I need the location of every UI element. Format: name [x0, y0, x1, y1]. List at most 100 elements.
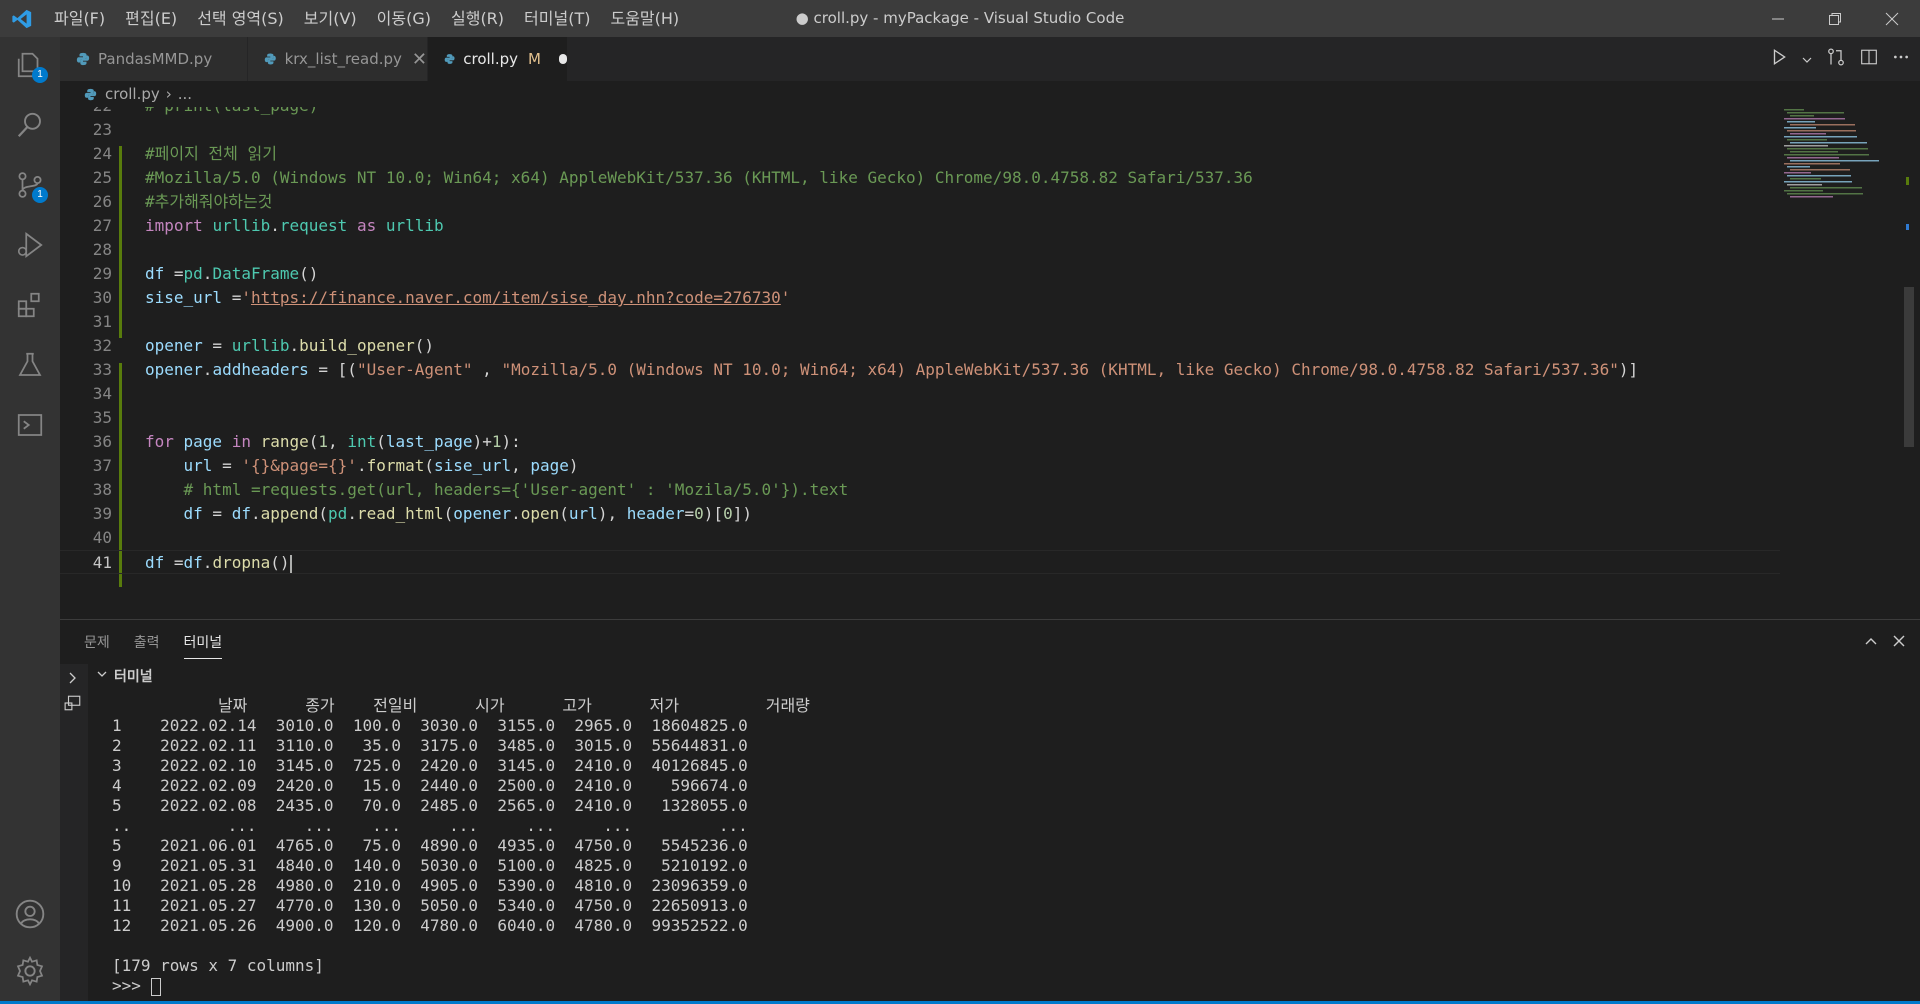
code-token: 1	[318, 432, 329, 451]
chevron-right-icon[interactable]	[66, 670, 80, 689]
account-icon[interactable]	[0, 886, 60, 942]
code-line[interactable]: 33 opener.addheaders = [("User-Agent" , "…	[60, 358, 1780, 382]
code-token: (	[443, 504, 454, 523]
code-token: '{}&page={}'	[241, 456, 357, 475]
panel-tabs: 문제 출력 터미널	[84, 620, 223, 664]
minimap-line	[1790, 187, 1862, 189]
code-token: urllib	[385, 216, 444, 235]
code-token: =	[164, 553, 184, 572]
code-line[interactable]: 39 df = df.append(pd.read_html(opener.op…	[60, 502, 1780, 526]
more-actions-icon[interactable]	[1892, 48, 1910, 70]
minimap[interactable]	[1782, 107, 1902, 207]
code-line[interactable]: 27 import urllib.request as urllib	[60, 214, 1780, 238]
explorer-icon[interactable]: 1	[0, 37, 60, 93]
code-line[interactable]: 28	[60, 238, 1780, 262]
editor-scrollbar[interactable]	[1902, 107, 1916, 619]
minimap-line	[1790, 178, 1821, 180]
code-token: #페이지 전체 읽기	[145, 144, 277, 163]
code-token: =	[212, 456, 242, 475]
line-number: 34	[92, 384, 112, 403]
menu-item[interactable]: 이동(G)	[367, 0, 441, 37]
code-line[interactable]: 26 #추가해줘야하는것	[60, 190, 1780, 214]
code-token: ):	[501, 432, 521, 451]
minimap-line	[1790, 124, 1855, 126]
line-number: 23	[92, 120, 112, 139]
menu-item[interactable]: 터미널(T)	[514, 0, 600, 37]
line-number: 33	[92, 360, 112, 379]
split-editor-icon[interactable]	[1860, 48, 1878, 70]
terminal-output[interactable]: 날짜 종가 전일비 시가 고가 저가 거래량 1 2022.02.14 3010.…	[112, 696, 810, 996]
breadcrumb-symbols[interactable]: ...	[178, 85, 192, 103]
tab-output[interactable]: 출력	[134, 632, 160, 652]
minimap-line	[1790, 142, 1867, 144]
close-window-button[interactable]	[1863, 0, 1920, 37]
code-token: 0	[694, 504, 704, 523]
vscode-logo-icon[interactable]	[0, 0, 44, 37]
code-line[interactable]: 41 df =df.dropna()	[60, 550, 1780, 574]
terminal-instance-icon[interactable]	[64, 694, 82, 716]
restore-button[interactable]	[1806, 0, 1863, 37]
code-line[interactable]: 35	[60, 406, 1780, 430]
code-line[interactable]: 24 #페이지 전체 읽기	[60, 142, 1780, 166]
breadcrumb-file[interactable]: croll.py	[105, 85, 160, 103]
code-token: = [(	[308, 360, 357, 379]
menu-item[interactable]: 도움말(H)	[600, 0, 689, 37]
code-line[interactable]: 40	[60, 526, 1780, 550]
code-line[interactable]: 32 opener = urllib.build_opener()	[60, 334, 1780, 358]
code-token: append	[260, 504, 319, 523]
menu-item[interactable]: 실행(R)	[441, 0, 514, 37]
code-token: range	[260, 432, 309, 451]
terminal-prompt-line[interactable]: >>>	[112, 976, 810, 996]
terminal-sidebar	[60, 664, 88, 1004]
code-line[interactable]: 31	[60, 310, 1780, 334]
settings-gear-icon[interactable]	[0, 943, 60, 999]
open-changes-icon[interactable]	[1826, 47, 1846, 71]
code-line[interactable]: 29 df =pd.DataFrame()	[60, 262, 1780, 286]
remote-terminal-icon[interactable]	[0, 397, 60, 453]
python-file-icon	[264, 53, 276, 65]
code-token: )]	[1618, 360, 1639, 379]
code-line[interactable]: 36 for page in range(1, int(last_page)+1)…	[60, 430, 1780, 454]
terminal-line: 5 2022.02.08 2435.0 70.0 2485.0 2565.0 2…	[112, 796, 748, 815]
modified-indicator: M	[528, 50, 541, 68]
search-icon[interactable]	[0, 97, 60, 153]
terminal-section-header[interactable]: 터미널	[88, 664, 1920, 688]
code-line[interactable]: 22 # print(last_page)	[60, 107, 1780, 118]
tab-pandasmmd[interactable]: PandasMMD.py	[60, 37, 248, 81]
menu-item[interactable]: 보기(V)	[294, 0, 367, 37]
close-tab-icon[interactable]: ✕	[412, 49, 427, 70]
tab-problems[interactable]: 문제	[84, 632, 110, 652]
menu-item[interactable]: 파일(F)	[44, 0, 115, 37]
code-token: in	[222, 432, 261, 451]
testing-flask-icon[interactable]	[0, 337, 60, 393]
code-line[interactable]: 23	[60, 118, 1780, 142]
code-token: ])	[732, 504, 752, 523]
unsaved-dot-icon[interactable]	[558, 54, 567, 64]
code-line[interactable]: 25 #Mozilla/5.0 (Windows NT 10.0; Win64; …	[60, 166, 1780, 190]
source-control-icon[interactable]: 1	[0, 157, 60, 213]
close-panel-icon[interactable]	[1892, 633, 1906, 652]
tab-krx-list-read[interactable]: krx_list_read.py ✕	[248, 37, 428, 81]
code-token: as	[347, 216, 386, 235]
code-line[interactable]: 30 sise_url ='https://finance.naver.com/i…	[60, 286, 1780, 310]
code-token: .	[356, 456, 367, 475]
code-token: import	[145, 216, 213, 235]
code-editor[interactable]: 22 # print(last_page) 23 24 #페이지 전체 읽기 25 #Moz…	[60, 107, 1920, 619]
menu-item[interactable]: 편집(E)	[115, 0, 187, 37]
maximize-panel-icon[interactable]	[1864, 633, 1878, 652]
minimap-line	[1787, 130, 1856, 132]
code-line[interactable]: 37 url = '{}&page={}'.format(sise_url, p…	[60, 454, 1780, 478]
tab-label: croll.py	[463, 50, 519, 68]
run-debug-icon[interactable]	[0, 217, 60, 273]
menu-item[interactable]: 선택 영역(S)	[187, 0, 294, 37]
minimize-button[interactable]	[1749, 0, 1806, 37]
minimap-line	[1790, 196, 1833, 198]
chevron-down-icon[interactable]	[1802, 50, 1812, 69]
extensions-icon[interactable]	[0, 277, 60, 333]
code-line[interactable]: 34	[60, 382, 1780, 406]
tab-terminal[interactable]: 터미널	[183, 632, 223, 659]
code-line[interactable]: 38 # html =requests.get(url, headers={'U…	[60, 478, 1780, 502]
tab-croll[interactable]: croll.py M	[428, 37, 568, 81]
run-file-icon[interactable]	[1770, 48, 1788, 70]
minimap-line	[1784, 109, 1804, 111]
